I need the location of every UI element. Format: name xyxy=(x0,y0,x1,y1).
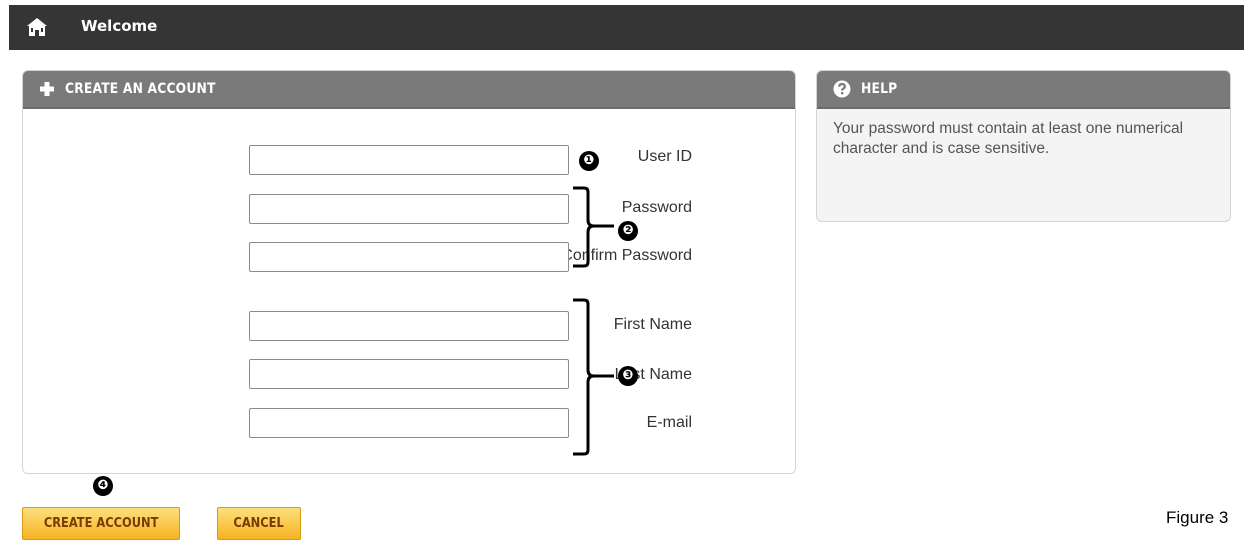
first-name-input[interactable] xyxy=(249,311,569,341)
question-circle-icon xyxy=(833,80,851,98)
help-panel: HELP Your password must contain at least… xyxy=(816,70,1231,222)
profile-group-bracket xyxy=(573,298,614,456)
user-id-input[interactable] xyxy=(249,145,569,175)
help-title: HELP xyxy=(861,81,898,97)
top-bar: Welcome xyxy=(9,5,1244,50)
create-account-title: CREATE AN ACCOUNT xyxy=(65,81,216,97)
figure-label: Figure 3 xyxy=(1166,508,1229,527)
cancel-button[interactable]: CANCEL xyxy=(217,507,301,540)
callout-3: ❸ xyxy=(618,366,638,386)
confirm-password-input[interactable] xyxy=(249,242,569,272)
page-title: Welcome xyxy=(81,17,158,35)
home-icon[interactable] xyxy=(26,16,48,38)
create-account-header: CREATE AN ACCOUNT xyxy=(23,71,795,109)
email-input[interactable] xyxy=(249,408,569,438)
last-name-input[interactable] xyxy=(249,359,569,389)
callout-4: ❹ xyxy=(93,476,113,496)
help-text: Your password must contain at least one … xyxy=(833,120,1184,157)
help-header: HELP xyxy=(817,71,1230,109)
plus-icon xyxy=(40,82,54,96)
password-input[interactable] xyxy=(249,194,569,224)
create-account-button-label: CREATE ACCOUNT xyxy=(43,516,159,531)
cancel-button-label: CANCEL xyxy=(233,516,285,531)
create-account-button[interactable]: CREATE ACCOUNT xyxy=(22,507,180,540)
password-group-bracket xyxy=(573,186,614,268)
callout-1: ❶ xyxy=(579,151,599,171)
callout-2: ❷ xyxy=(618,221,638,241)
